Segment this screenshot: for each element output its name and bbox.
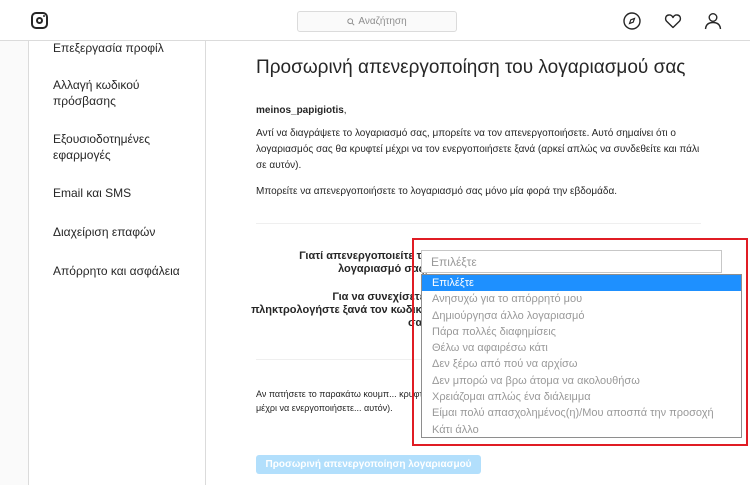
sidebar-item-change-password[interactable]: Αλλαγή κωδικού πρόσβασης	[53, 77, 163, 109]
reason-label: Γιατί απενεργοποιείτε το λογαριασμό σας;	[299, 250, 428, 275]
sidebar-item-privacy-security[interactable]: Απόρρητο και ασφάλεια	[53, 263, 193, 279]
page-title: Προσωρινή απενεργοποίηση του λογαριασμού…	[256, 57, 686, 78]
search-placeholder: Αναζήτηση	[358, 16, 407, 27]
settings-sidebar: Επεξεργασία προφίλ Αλλαγή κωδικού πρόσβα…	[29, 41, 206, 485]
weekly-limit-note: Μπορείτε να απενεργοποιήσετε το λογαριασ…	[256, 186, 618, 197]
sidebar-item-edit-profile[interactable]: Επεξεργασία προφίλ	[53, 40, 193, 56]
search-input[interactable]: Αναζήτηση	[297, 11, 457, 32]
username-suffix: ,	[343, 105, 347, 116]
instagram-logo-icon[interactable]	[31, 12, 48, 29]
annotation-highlight-box	[412, 238, 748, 446]
sidebar-item-manage-contacts[interactable]: Διαχείριση επαφών	[53, 224, 193, 240]
top-navbar: Αναζήτηση	[0, 0, 750, 41]
username: meinos_papigiotis	[256, 105, 344, 116]
username-line: meinos_papigiotis,	[256, 105, 347, 116]
intro-paragraph: Αντί να διαγράψετε το λογαριασμό σας, μπ…	[256, 128, 700, 171]
heart-icon[interactable]	[664, 12, 682, 30]
deactivate-account-button[interactable]: Προσωρινή απενεργοποίηση λογαριασμού	[256, 455, 481, 474]
divider	[256, 223, 701, 224]
profile-icon[interactable]	[704, 12, 722, 30]
sidebar-item-authorized-apps[interactable]: Εξουσιοδοτημένες εφαρμογές	[53, 131, 163, 163]
password-label: Για να συνεχίσετε, πληκτρολογήστε ξανά τ…	[251, 291, 428, 329]
compass-icon[interactable]	[623, 12, 641, 30]
search-icon	[347, 17, 355, 26]
sidebar-item-email-sms[interactable]: Email και SMS	[53, 185, 193, 201]
